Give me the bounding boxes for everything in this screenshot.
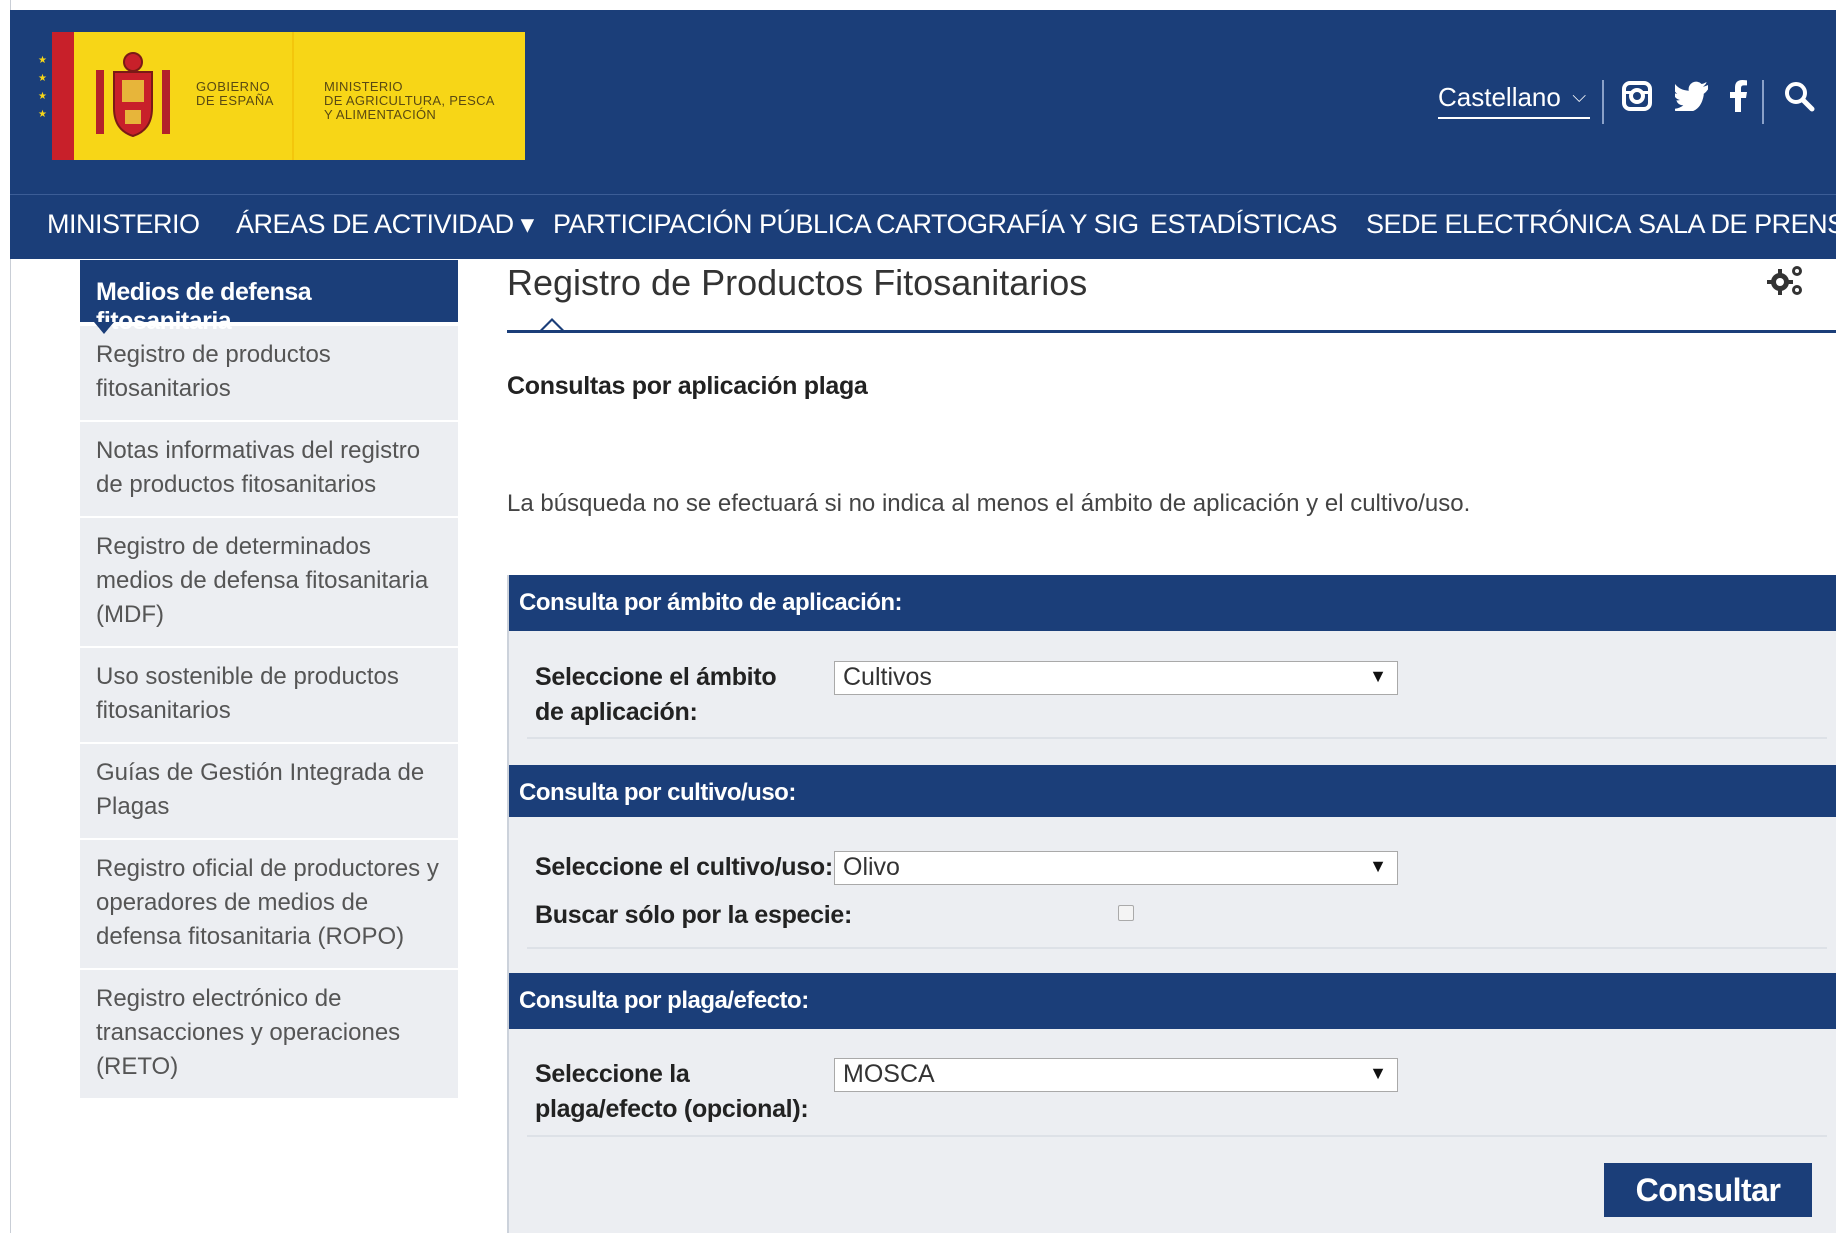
eu-stars-icon: ★ ★ ★ ★ xyxy=(38,55,47,120)
row-divider xyxy=(527,737,1827,739)
government-logo[interactable]: ★ ★ ★ ★ GOBIERNO DE ESPAÑA MINISTERIO DE AGRI… xyxy=(34,32,525,160)
ambito-label: Seleccione el ámbito de aplicación: xyxy=(535,663,777,726)
page-title: Registro de Productos Fitosanitarios xyxy=(507,262,1088,303)
sidebar-item-uso-sostenible[interactable]: Uso sostenible de productos fitosanitari… xyxy=(80,648,458,744)
facebook-icon[interactable] xyxy=(1726,76,1750,123)
ambito-select[interactable]: Cultivos ▼ xyxy=(834,661,1398,695)
sidebar: Medios de defensa fitosanitaria Registro… xyxy=(80,260,458,1100)
twitter-icon[interactable] xyxy=(1671,76,1710,122)
row-divider xyxy=(527,947,1827,949)
main-navigation: MINISTERIO ÁREAS DE ACTIVIDAD ▾ PARTICIP… xyxy=(10,194,1836,259)
site-header: ★ ★ ★ ★ GOBIERNO DE ESPAÑA MINISTERIO DE AGRI… xyxy=(10,10,1836,194)
header-divider-2 xyxy=(1762,80,1764,124)
nav-item-areas-de-actividad[interactable]: ÁREAS DE ACTIVIDAD ▾ xyxy=(236,209,534,240)
sidebar-item-guias-gestion[interactable]: Guías de Gestión Integrada de Plagas xyxy=(80,744,458,840)
gears-icon[interactable] xyxy=(1766,262,1806,307)
chevron-down-icon: ⌵ xyxy=(1572,86,1586,106)
dropdown-arrow-icon: ▼ xyxy=(1369,1063,1387,1083)
instagram-icon[interactable] xyxy=(1620,76,1654,122)
especie-label: Buscar sólo por la especie: xyxy=(535,901,853,929)
plaga-select-value: MOSCA xyxy=(843,1060,935,1088)
title-underline xyxy=(507,330,1836,333)
coat-of-arms-icon xyxy=(96,52,170,138)
language-label: Castellano xyxy=(1438,82,1561,112)
sidebar-heading[interactable]: Medios de defensa fitosanitaria xyxy=(80,260,458,335)
cultivo-select[interactable]: Olivo ▼ xyxy=(834,851,1398,885)
row-divider xyxy=(527,1135,1827,1137)
nav-item-ministerio[interactable]: MINISTERIO xyxy=(47,209,200,240)
section-header-plaga-label: Consulta por plaga/efecto: xyxy=(519,987,809,1014)
nav-item-sala-de-prensa[interactable]: SALA DE PRENSA xyxy=(1638,209,1836,240)
logo-ministerio-text: MINISTERIO DE AGRICULTURA, PESCA Y ALIMENT… xyxy=(324,79,495,122)
spain-flag-strip xyxy=(52,32,74,160)
search-icon[interactable] xyxy=(1780,76,1818,123)
especie-checkbox[interactable] xyxy=(1118,905,1134,921)
intro-text: La búsqueda no se efectuará si no indica… xyxy=(507,490,1471,517)
section-header-ambito-label: Consulta por ámbito de aplicación: xyxy=(519,589,903,616)
plaga-label: Seleccione la plaga/efecto (opcional): xyxy=(535,1060,809,1123)
window-top-border xyxy=(0,0,1836,10)
dropdown-arrow-icon: ▼ xyxy=(1369,666,1387,686)
section-header-ambito: Consulta por ámbito de aplicación: xyxy=(509,575,1836,631)
section-header-cultivo-label: Consulta por cultivo/uso: xyxy=(519,779,796,806)
nav-item-sede-electronica[interactable]: SEDE ELECTRÓNICA xyxy=(1366,209,1632,240)
ambito-select-value: Cultivos xyxy=(843,663,932,691)
sidebar-item-registro-productos[interactable]: Registro de productos fitosanitarios xyxy=(80,326,458,422)
nav-item-participacion-publica[interactable]: PARTICIPACIÓN PÚBLICA xyxy=(553,209,872,240)
sidebar-item-ropo[interactable]: Registro oficial de productores y operad… xyxy=(80,840,458,970)
language-select[interactable]: Castellano ⌵ xyxy=(1438,82,1590,119)
nav-item-cartografia[interactable]: CARTOGRAFÍA Y SIG xyxy=(876,209,1139,240)
header-divider xyxy=(1602,80,1604,124)
section-header-cultivo: Consulta por cultivo/uso: xyxy=(509,765,1836,817)
section-header-plaga: Consulta por plaga/efecto: xyxy=(509,973,1836,1029)
nav-item-estadisticas[interactable]: ESTADÍSTICAS xyxy=(1150,209,1338,240)
sidebar-item-reto[interactable]: Registro electrónico de transacciones y … xyxy=(80,970,458,1100)
title-notch-inner xyxy=(543,321,561,330)
cultivo-select-value: Olivo xyxy=(843,853,900,881)
plaga-select[interactable]: MOSCA ▼ xyxy=(834,1058,1398,1092)
cultivo-label: Seleccione el cultivo/uso: xyxy=(535,853,833,881)
dropdown-arrow-icon: ▼ xyxy=(1369,856,1387,876)
logo-gobierno-text: GOBIERNO DE ESPAÑA xyxy=(196,79,274,108)
search-form: Consulta por ámbito de aplicación: Selec… xyxy=(507,575,1836,1233)
section-subtitle: Consultas por aplicación plaga xyxy=(507,372,868,400)
consultar-button[interactable]: Consultar xyxy=(1604,1163,1812,1217)
sidebar-item-registro-mdf[interactable]: Registro de determinados medios de defen… xyxy=(80,518,458,648)
sidebar-item-notas-informativas[interactable]: Notas informativas del registro de produ… xyxy=(80,422,458,518)
logo-divider xyxy=(292,32,294,160)
